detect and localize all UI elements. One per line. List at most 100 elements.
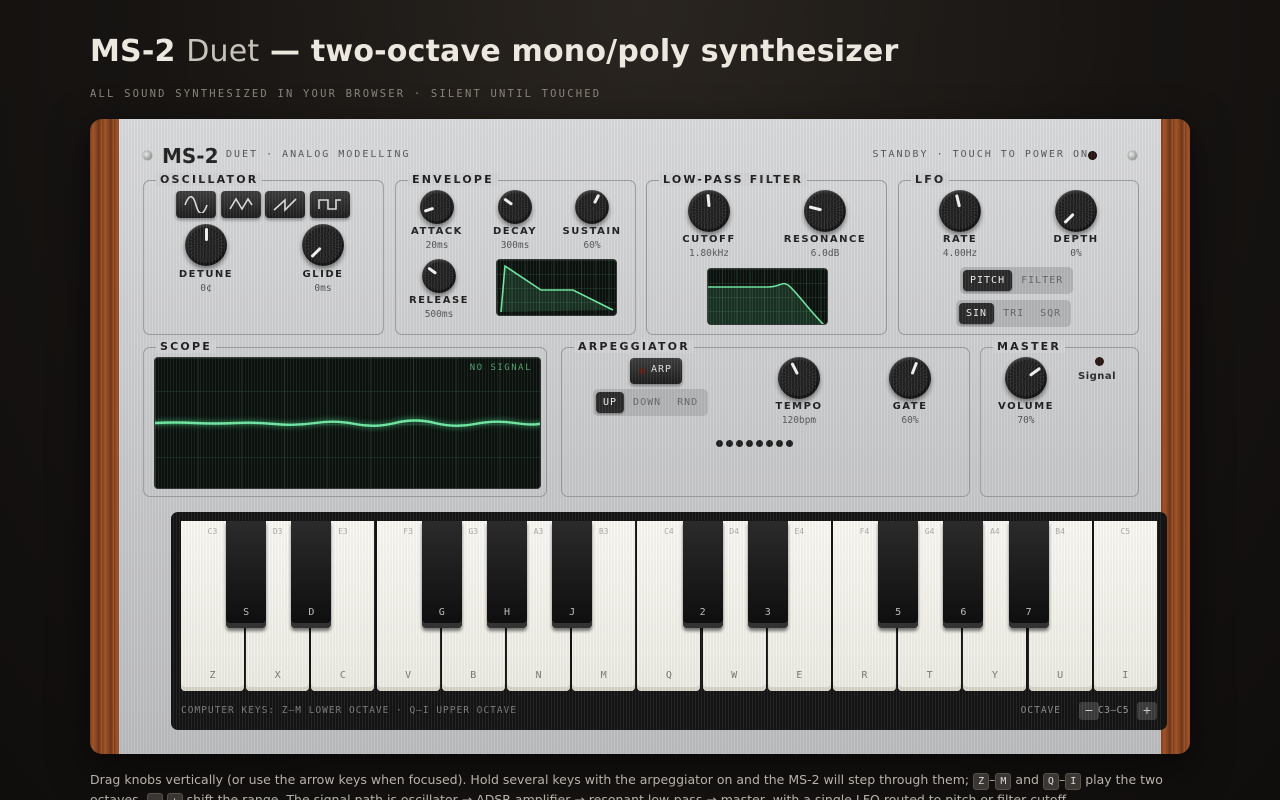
computer-key-label: C xyxy=(339,670,346,681)
master-section: MASTER VOLUME 70% Signal xyxy=(980,340,1139,497)
lfo-shape-tri[interactable]: TRI xyxy=(996,303,1031,324)
square-wave-icon xyxy=(318,199,341,210)
key-cap: Q xyxy=(1042,773,1059,790)
volume-knob[interactable] xyxy=(1005,357,1047,399)
arp-toggle-button[interactable]: ARP xyxy=(630,358,682,384)
computer-key-label: U xyxy=(1057,670,1064,681)
power-status-text: STANDBY · TOUCH TO POWER ON xyxy=(872,149,1089,160)
lfo-target-pitch[interactable]: PITCH xyxy=(963,270,1013,291)
black-key[interactable]: D xyxy=(291,521,332,628)
scope-section: SCOPE NO SIGNAL xyxy=(143,340,547,497)
computer-key-label: V xyxy=(405,670,412,681)
triangle-wave-icon xyxy=(229,197,253,211)
resonance-knob[interactable] xyxy=(804,190,846,232)
octave-down-button[interactable]: − xyxy=(1079,702,1099,720)
signal-led xyxy=(1095,357,1104,366)
lfo-shape-sqr[interactable]: SQR xyxy=(1033,303,1068,324)
black-key[interactable]: 2 xyxy=(682,521,723,628)
scope-status: NO SIGNAL xyxy=(469,363,532,373)
computer-key-label: D xyxy=(308,607,315,618)
lfo-label: LFO xyxy=(911,173,950,186)
arpeggiator-section: ARPEGGIATOR ARP UP DOWN RND TEMPO 120bpm… xyxy=(561,340,970,497)
key-cap: − xyxy=(146,793,163,800)
arp-step-indicators xyxy=(716,440,793,447)
black-key[interactable]: J xyxy=(552,521,593,628)
black-key[interactable]: 5 xyxy=(878,521,919,628)
lfo-shape-sin[interactable]: SIN xyxy=(959,303,995,324)
computer-key-label: T xyxy=(926,670,933,681)
arpeggiator-label: ARPEGGIATOR xyxy=(574,340,694,353)
arp-mode-up[interactable]: UP xyxy=(596,392,625,413)
arp-led xyxy=(639,368,645,374)
tempo-label: TEMPO xyxy=(775,401,823,412)
computer-key-label: 5 xyxy=(895,607,902,618)
note-label: C5 xyxy=(1120,527,1131,536)
square-wave-button[interactable] xyxy=(310,191,350,218)
filter-label: LOW-PASS FILTER xyxy=(659,173,808,186)
computer-key-label: R xyxy=(861,670,868,681)
power-led[interactable] xyxy=(1088,151,1097,160)
oscillator-section: OSCILLATOR DETUNE 0¢ GLIDE 0ms xyxy=(143,173,384,335)
resonance-value: 6.0dB xyxy=(810,248,840,259)
octave-up-button[interactable]: + xyxy=(1137,702,1157,720)
sine-wave-button[interactable] xyxy=(176,191,216,218)
scope-display: NO SIGNAL xyxy=(154,357,541,489)
sustain-label: SUSTAIN xyxy=(562,226,622,237)
black-key[interactable]: 3 xyxy=(747,521,788,628)
computer-key-label: 2 xyxy=(699,607,706,618)
computer-key-label: S xyxy=(243,607,250,618)
depth-label: DEPTH xyxy=(1053,234,1099,245)
key-cap: Z xyxy=(973,773,990,790)
sustain-knob[interactable] xyxy=(575,190,609,224)
attack-knob[interactable] xyxy=(420,190,454,224)
sustain-value: 60% xyxy=(583,240,601,251)
arp-mode-down[interactable]: DOWN xyxy=(626,392,668,413)
tempo-knob[interactable] xyxy=(778,357,820,399)
black-key[interactable]: 7 xyxy=(1008,521,1049,628)
scope-trace xyxy=(155,419,540,427)
master-label: MASTER xyxy=(993,340,1066,353)
rate-label: RATE xyxy=(942,234,978,245)
cutoff-knob[interactable] xyxy=(688,190,730,232)
computer-key-label: B xyxy=(470,670,477,681)
computer-key-label: Y xyxy=(991,670,998,681)
attack-label: ATTACK xyxy=(411,226,463,237)
adsr-curve xyxy=(500,264,614,313)
white-key[interactable]: C5 I xyxy=(1093,521,1157,691)
black-key[interactable]: H xyxy=(487,521,527,628)
resonance-label: RESONANCE xyxy=(783,234,867,245)
black-key[interactable]: 6 xyxy=(943,521,984,628)
depth-knob[interactable] xyxy=(1055,190,1097,232)
lfo-shape-selector: SIN TRI SQR xyxy=(956,300,1072,327)
arp-step-dot xyxy=(726,440,733,447)
arp-mode-rnd[interactable]: RND xyxy=(670,392,705,413)
arp-step-dot xyxy=(756,440,763,447)
arp-step-dot xyxy=(736,440,743,447)
detune-knob[interactable] xyxy=(185,224,227,266)
release-knob[interactable] xyxy=(422,259,456,293)
triangle-wave-button[interactable] xyxy=(221,191,261,218)
saw-wave-button[interactable] xyxy=(265,191,305,218)
synth-case: MS-2 DUET · ANALOG MODELLING STANDBY · T… xyxy=(90,119,1190,754)
synth-panel: MS-2 DUET · ANALOG MODELLING STANDBY · T… xyxy=(119,119,1167,754)
attack-value: 20ms xyxy=(425,240,449,251)
octave-range: C3–C5 xyxy=(1097,705,1129,716)
glide-knob[interactable] xyxy=(302,224,344,266)
scope-label: SCOPE xyxy=(156,340,216,353)
sine-wave-icon xyxy=(184,196,208,213)
saw-wave-icon xyxy=(273,198,297,212)
tempo-value: 120bpm xyxy=(781,415,817,426)
decay-knob[interactable] xyxy=(498,190,532,224)
octave-label: OCTAVE xyxy=(1020,705,1061,716)
black-key[interactable]: S xyxy=(226,521,267,628)
arp-step-dot xyxy=(716,440,723,447)
panel-brand: MS-2 xyxy=(162,144,219,168)
release-value: 500ms xyxy=(424,309,454,320)
gate-label: GATE xyxy=(892,401,928,412)
black-key[interactable]: G xyxy=(421,521,462,628)
arp-step-dot xyxy=(776,440,783,447)
gate-value: 60% xyxy=(901,415,919,426)
lfo-target-filter[interactable]: FILTER xyxy=(1014,270,1070,291)
gate-knob[interactable] xyxy=(889,357,931,399)
rate-knob[interactable] xyxy=(939,190,981,232)
